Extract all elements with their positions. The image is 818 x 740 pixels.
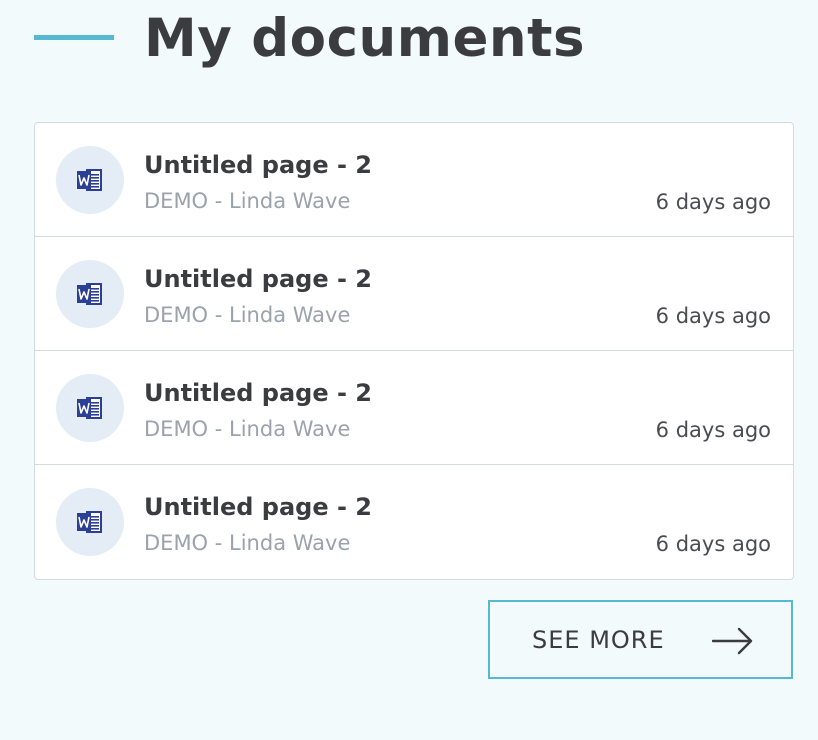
document-title: Untitled page - 2	[144, 265, 372, 293]
document-owner: DEMO - Linda Wave	[144, 417, 351, 441]
document-modified-time: 6 days ago	[655, 190, 771, 214]
document-title: Untitled page - 2	[144, 151, 372, 179]
arrow-right-icon	[712, 627, 753, 655]
document-owner: DEMO - Linda Wave	[144, 189, 351, 213]
document-row[interactable]: Untitled page - 2 DEMO - Linda Wave 6 da…	[35, 123, 793, 237]
title-accent-line	[34, 35, 114, 40]
see-more-button[interactable]: SEE MORE	[488, 600, 793, 679]
word-document-icon	[56, 374, 124, 442]
word-document-icon	[56, 146, 124, 214]
document-title: Untitled page - 2	[144, 493, 372, 521]
document-row[interactable]: Untitled page - 2 DEMO - Linda Wave 6 da…	[35, 237, 793, 351]
document-title: Untitled page - 2	[144, 379, 372, 407]
document-modified-time: 6 days ago	[655, 532, 771, 556]
document-owner: DEMO - Linda Wave	[144, 531, 351, 555]
documents-header: My documents	[0, 0, 818, 80]
document-modified-time: 6 days ago	[655, 418, 771, 442]
document-row[interactable]: Untitled page - 2 DEMO - Linda Wave 6 da…	[35, 465, 793, 579]
word-document-icon	[56, 488, 124, 556]
page-title: My documents	[144, 8, 586, 69]
document-modified-time: 6 days ago	[655, 304, 771, 328]
document-row[interactable]: Untitled page - 2 DEMO - Linda Wave 6 da…	[35, 351, 793, 465]
document-list: Untitled page - 2 DEMO - Linda Wave 6 da…	[34, 122, 794, 580]
document-owner: DEMO - Linda Wave	[144, 303, 351, 327]
word-document-icon	[56, 260, 124, 328]
see-more-label: SEE MORE	[532, 626, 665, 654]
